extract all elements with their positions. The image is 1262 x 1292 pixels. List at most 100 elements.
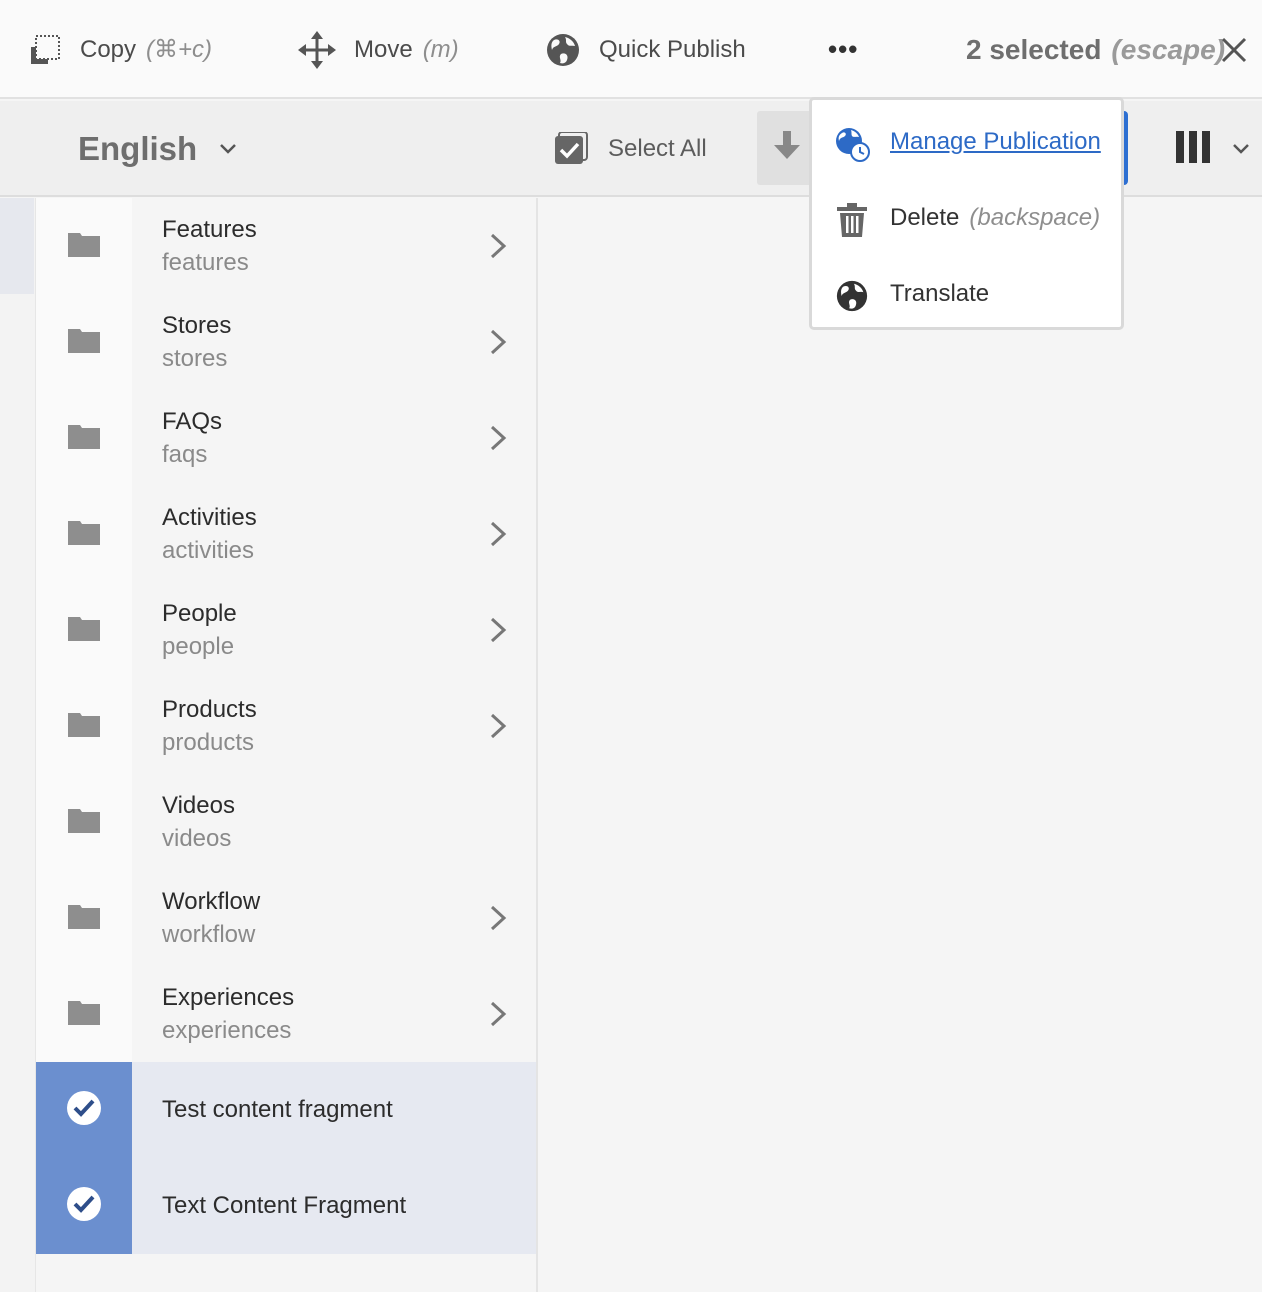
delete-label: Delete (backspace) — [890, 204, 1100, 232]
folder-row-activities[interactable]: Activities activities — [36, 486, 536, 582]
folder-title: Products — [162, 696, 257, 723]
previous-column-edge — [0, 198, 36, 1292]
delete-text: Delete — [890, 204, 960, 231]
globe-icon — [545, 32, 581, 68]
selection-escape-shortcut: (escape) — [1111, 33, 1226, 65]
chevron-down-icon — [219, 143, 237, 155]
folder-name: faqs — [162, 441, 208, 468]
folder-icon — [68, 327, 100, 358]
folder-name: workflow — [162, 921, 256, 948]
folder-icon — [68, 711, 100, 742]
copy-button[interactable]: Copy (⌘+c) — [28, 0, 212, 99]
selection-count-label: 2 selected — [966, 33, 1102, 65]
copy-shortcut: (⌘+c) — [146, 36, 213, 63]
folder-name: people — [162, 633, 235, 660]
folder-row-products[interactable]: Products products — [36, 678, 536, 774]
folder-title: People — [162, 600, 237, 627]
folder-icon — [68, 903, 100, 934]
translate-label: Translate — [890, 280, 990, 307]
folder-icon — [68, 807, 100, 838]
folder-row-experiences[interactable]: Experiences experiences — [36, 966, 536, 1062]
view-switcher[interactable] — [1176, 101, 1250, 197]
select-all-label: Select All — [608, 135, 707, 162]
language-switcher[interactable]: English — [78, 101, 237, 197]
folder-row-videos[interactable]: Videos videos — [36, 774, 536, 870]
move-shortcut: (m) — [422, 35, 459, 63]
selection-checkbox[interactable] — [36, 1062, 132, 1158]
chevron-right-icon[interactable] — [486, 1000, 510, 1028]
folder-name: stores — [162, 345, 228, 372]
chevron-right-icon[interactable] — [486, 520, 510, 548]
chevron-right-icon[interactable] — [486, 616, 510, 644]
download-button[interactable] — [757, 111, 817, 185]
chevron-right-icon[interactable] — [486, 328, 510, 356]
quick-publish-button[interactable]: Quick Publish — [545, 0, 746, 99]
move-button[interactable]: Move (m) — [298, 0, 459, 99]
folder-thumbnail[interactable] — [36, 198, 132, 294]
chevron-down-icon — [1232, 143, 1250, 155]
previous-column-highlight — [0, 198, 34, 294]
move-icon — [298, 30, 336, 69]
folder-icon — [68, 423, 100, 454]
chevron-right-icon[interactable] — [486, 424, 510, 452]
folder-thumbnail[interactable] — [36, 582, 132, 678]
copy-icon — [28, 33, 62, 67]
manage-publication-item[interactable]: Manage Publication — [812, 104, 1121, 180]
download-icon — [774, 130, 800, 166]
folder-row-stores[interactable]: Stores stores — [36, 294, 536, 390]
selection-count: 2 selected (escape) — [966, 0, 1225, 99]
folder-thumbnail[interactable] — [36, 294, 132, 390]
folder-title: Videos — [162, 792, 235, 819]
selected-item-row[interactable]: Text Content Fragment — [36, 1158, 536, 1254]
folder-row-faqs[interactable]: FAQs faqs — [36, 390, 536, 486]
folder-row-people[interactable]: People people — [36, 582, 536, 678]
folder-name: experiences — [162, 1017, 292, 1044]
folder-title: Experiences — [162, 984, 295, 1011]
folder-icon — [68, 519, 100, 550]
select-all-button[interactable]: Select All — [554, 101, 707, 197]
quick-publish-label: Quick Publish — [599, 35, 746, 63]
selection-checkbox[interactable] — [36, 1158, 132, 1254]
folder-title: FAQs — [162, 408, 223, 435]
folder-thumbnail[interactable] — [36, 486, 132, 582]
selection-action-bar: Copy (⌘+c) Move (m) Quick Publish ••• 2 … — [0, 0, 1262, 99]
folder-name: videos — [162, 825, 232, 852]
select-all-icon — [554, 132, 588, 166]
more-actions-popover: Manage Publication Delete (backspace) Tr… — [809, 97, 1124, 330]
chevron-right-icon[interactable] — [486, 712, 510, 740]
folder-title: Activities — [162, 504, 257, 531]
folder-thumbnail[interactable] — [36, 870, 132, 966]
language-label: English — [78, 130, 198, 167]
column-view-icon — [1176, 130, 1210, 168]
check-circle-icon — [65, 1089, 103, 1132]
selected-item-row[interactable]: Test content fragment — [36, 1062, 536, 1158]
chevron-right-icon[interactable] — [486, 232, 510, 260]
folder-title: Workflow — [162, 888, 261, 915]
folder-icon — [68, 999, 100, 1030]
trash-icon — [834, 202, 870, 238]
translate-item[interactable]: Translate — [812, 256, 1121, 332]
close-icon[interactable] — [1220, 36, 1248, 64]
chevron-right-icon[interactable] — [486, 904, 510, 932]
folder-thumbnail[interactable] — [36, 390, 132, 486]
folder-name: products — [162, 729, 255, 756]
more-actions-button[interactable]: ••• — [828, 0, 858, 99]
more-icon: ••• — [828, 34, 859, 64]
move-label: Move — [354, 35, 413, 63]
check-circle-icon — [65, 1185, 103, 1228]
folder-row-features[interactable]: Features features — [36, 198, 536, 294]
folder-icon — [68, 615, 100, 646]
manage-publication-label[interactable]: Manage Publication — [890, 128, 1101, 156]
delete-item[interactable]: Delete (backspace) — [812, 180, 1121, 256]
item-title: Test content fragment — [162, 1096, 393, 1123]
folder-name: activities — [162, 537, 255, 564]
folder-row-workflow[interactable]: Workflow workflow — [36, 870, 536, 966]
folder-thumbnail[interactable] — [36, 678, 132, 774]
item-title: Text Content Fragment — [162, 1192, 407, 1219]
globe-clock-icon — [834, 126, 870, 162]
folder-thumbnail[interactable] — [36, 774, 132, 870]
column-view: Features features Stores stores FAQs faqs Acti… — [36, 198, 538, 1292]
folder-title: Features — [162, 216, 257, 243]
folder-icon — [68, 231, 100, 262]
folder-thumbnail[interactable] — [36, 966, 132, 1062]
